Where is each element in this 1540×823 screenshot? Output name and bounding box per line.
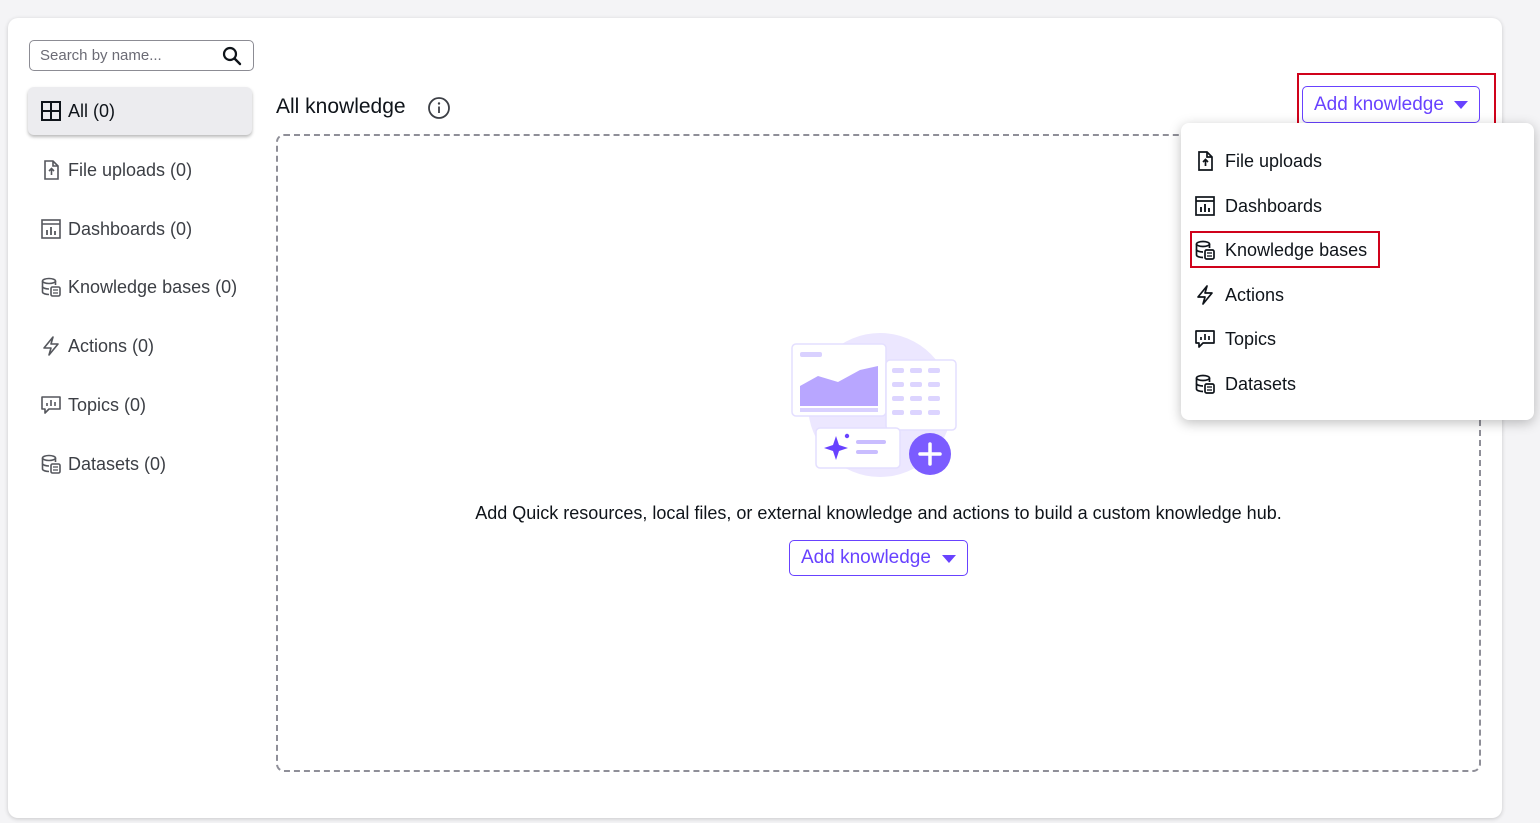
search-box[interactable] — [29, 40, 254, 71]
sidebar-item-knowledge-bases[interactable]: Knowledge bases (0) — [28, 263, 252, 311]
sidebar-item-dashboards[interactable]: Dashboards (0) — [28, 205, 252, 253]
menu-item-label: Datasets — [1225, 373, 1297, 394]
menu-item-datasets[interactable]: Datasets — [1192, 367, 1296, 401]
menu-item-actions[interactable]: Actions — [1192, 278, 1284, 312]
page-title: All knowledge — [276, 95, 406, 118]
sidebar-item-label: Topics (0) — [68, 394, 147, 415]
topic-icon — [40, 394, 62, 416]
file-upload-icon — [40, 159, 62, 181]
dataset-icon — [40, 453, 62, 475]
highlight-box — [1297, 73, 1496, 129]
sidebar-item-actions[interactable]: Actions (0) — [28, 322, 252, 370]
knowledge-base-icon — [40, 276, 62, 298]
sidebar-item-label: All (0) — [68, 100, 116, 121]
sidebar-item-all[interactable]: All (0) — [28, 87, 252, 135]
sidebar-item-label: Dashboards (0) — [68, 218, 193, 239]
caret-down-icon — [942, 555, 956, 563]
sidebar-item-label: Actions (0) — [68, 335, 155, 356]
menu-item-dashboards[interactable]: Dashboards — [1192, 189, 1322, 223]
file-upload-icon — [1194, 150, 1216, 172]
dashboard-icon — [40, 218, 62, 240]
menu-item-file-uploads[interactable]: File uploads — [1192, 144, 1322, 178]
sidebar-item-datasets[interactable]: Datasets (0) — [28, 440, 252, 488]
sidebar-item-label: File uploads (0) — [68, 159, 193, 180]
lightning-icon — [40, 335, 62, 357]
menu-item-topics[interactable]: Topics — [1192, 322, 1276, 356]
empty-state-message: Add Quick resources, local files, or ext… — [475, 503, 1282, 523]
grid-icon — [40, 100, 62, 122]
info-icon[interactable] — [427, 96, 451, 120]
add-knowledge-label: Add knowledge — [801, 547, 931, 568]
menu-item-label: Topics — [1225, 328, 1277, 349]
highlight-box — [1190, 231, 1380, 268]
menu-item-label: Actions — [1225, 284, 1285, 305]
menu-item-label: Dashboards — [1225, 195, 1323, 216]
search-icon[interactable] — [222, 46, 242, 66]
add-knowledge-button[interactable]: Add knowledge — [789, 540, 968, 576]
empty-state-illustration — [791, 333, 957, 477]
menu-item-label: File uploads — [1225, 150, 1323, 171]
dataset-icon — [1194, 373, 1216, 395]
sidebar-item-topics[interactable]: Topics (0) — [28, 381, 252, 429]
lightning-icon — [1194, 284, 1216, 306]
sidebar-item-label: Knowledge bases (0) — [68, 276, 238, 297]
topic-icon — [1194, 328, 1216, 350]
dashboard-icon — [1194, 195, 1216, 217]
search-input[interactable] — [30, 47, 220, 64]
sidebar-item-file-uploads[interactable]: File uploads (0) — [28, 146, 252, 194]
sidebar-item-label: Datasets (0) — [68, 453, 167, 474]
